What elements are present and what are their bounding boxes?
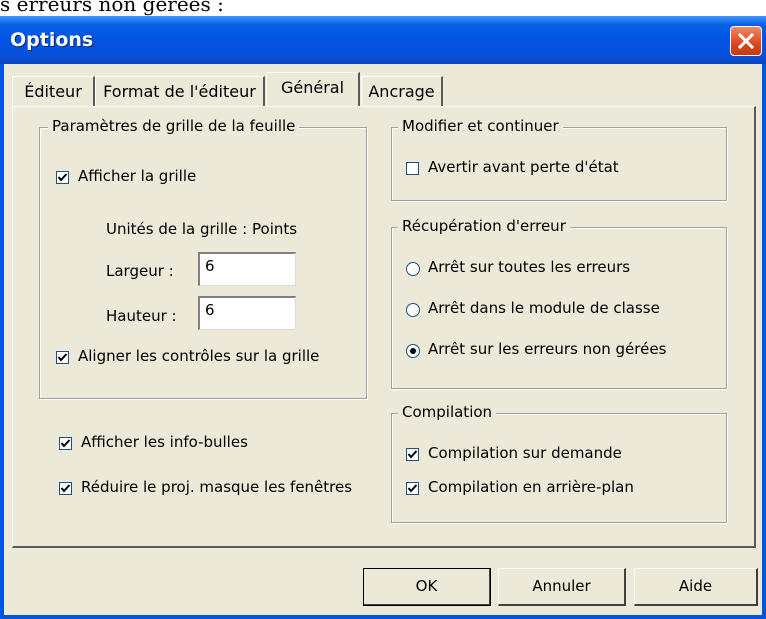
tab-format-editeur[interactable]: Format de l'éditeur <box>95 76 265 106</box>
options-dialog: Options Éditeur Format de l'éditeur Géné… <box>0 16 766 619</box>
close-icon <box>737 32 755 50</box>
tab-label: Éditeur <box>24 82 82 101</box>
collapse-windows-checkbox[interactable] <box>59 482 72 495</box>
dialog-client-area: Éditeur Format de l'éditeur Général Ancr… <box>4 64 762 615</box>
tab-label: Ancrage <box>368 82 435 101</box>
tab-editeur[interactable]: Éditeur <box>12 76 95 106</box>
checkmark-icon <box>407 450 418 459</box>
compile-group: Compilation Compilation sur demande Comp… <box>391 403 727 523</box>
title-bar[interactable]: Options <box>0 16 766 64</box>
background-compile-label[interactable]: Compilation en arrière-plan <box>428 478 634 496</box>
height-field[interactable]: 6 <box>198 296 296 330</box>
ok-button[interactable]: OK <box>363 568 491 606</box>
help-button[interactable]: Aide <box>634 568 758 606</box>
notify-state-loss-label[interactable]: Avertir avant perte d'état <box>428 158 619 176</box>
compile-on-demand-checkbox[interactable] <box>406 448 419 461</box>
cancel-button[interactable]: Annuler <box>498 568 626 606</box>
tab-general[interactable]: Général <box>266 72 360 106</box>
break-class-module-radio[interactable] <box>406 303 420 317</box>
break-class-module-label[interactable]: Arrêt dans le module de classe <box>428 299 660 317</box>
background-compile-checkbox[interactable] <box>406 482 419 495</box>
show-grid-label[interactable]: Afficher la grille <box>78 167 196 185</box>
checkmark-icon <box>407 484 418 493</box>
background-document-text: s erreurs non gérées : <box>0 0 224 16</box>
edit-continue-title: Modifier et continuer <box>398 117 563 135</box>
break-unhandled-label[interactable]: Arrêt sur les erreurs non gérées <box>428 340 666 358</box>
general-tab-panel: Paramètres de grille de la feuille Affic… <box>12 106 756 548</box>
error-trapping-group: Récupération d'erreur Arrêt sur toutes l… <box>391 217 727 389</box>
tab-label: Format de l'éditeur <box>103 82 256 101</box>
break-unhandled-radio[interactable] <box>406 344 420 358</box>
compile-title: Compilation <box>398 403 497 421</box>
checkmark-icon <box>57 353 68 362</box>
show-tooltips-label[interactable]: Afficher les info-bulles <box>81 433 248 451</box>
align-to-grid-label[interactable]: Aligner les contrôles sur la grille <box>78 347 319 365</box>
error-trapping-title: Récupération d'erreur <box>398 217 570 235</box>
checkmark-icon <box>57 173 68 182</box>
checkmark-icon <box>60 439 71 448</box>
edit-continue-group: Modifier et continuer Avertir avant pert… <box>391 117 727 201</box>
width-field[interactable]: 6 <box>198 252 296 286</box>
radio-selected-dot <box>410 348 416 354</box>
close-button[interactable] <box>730 26 762 56</box>
break-all-errors-radio[interactable] <box>406 262 420 276</box>
grid-settings-title: Paramètres de grille de la feuille <box>48 117 300 135</box>
collapse-windows-label[interactable]: Réduire le proj. masque les fenêtres <box>81 478 352 496</box>
align-to-grid-checkbox[interactable] <box>56 351 69 364</box>
notify-state-loss-checkbox[interactable] <box>406 162 419 175</box>
compile-on-demand-label[interactable]: Compilation sur demande <box>428 444 622 462</box>
height-label: Hauteur : <box>106 307 177 325</box>
grid-settings-group: Paramètres de grille de la feuille Affic… <box>39 117 367 399</box>
break-all-errors-label[interactable]: Arrêt sur toutes les erreurs <box>428 258 630 276</box>
width-label: Largeur : <box>106 262 174 280</box>
checkmark-icon <box>60 484 71 493</box>
tab-ancrage[interactable]: Ancrage <box>361 76 443 106</box>
window-title: Options <box>10 29 94 51</box>
tab-label: Général <box>280 78 345 97</box>
grid-units-text: Unités de la grille : Points <box>106 220 298 238</box>
show-grid-checkbox[interactable] <box>56 171 69 184</box>
show-tooltips-checkbox[interactable] <box>59 437 72 450</box>
